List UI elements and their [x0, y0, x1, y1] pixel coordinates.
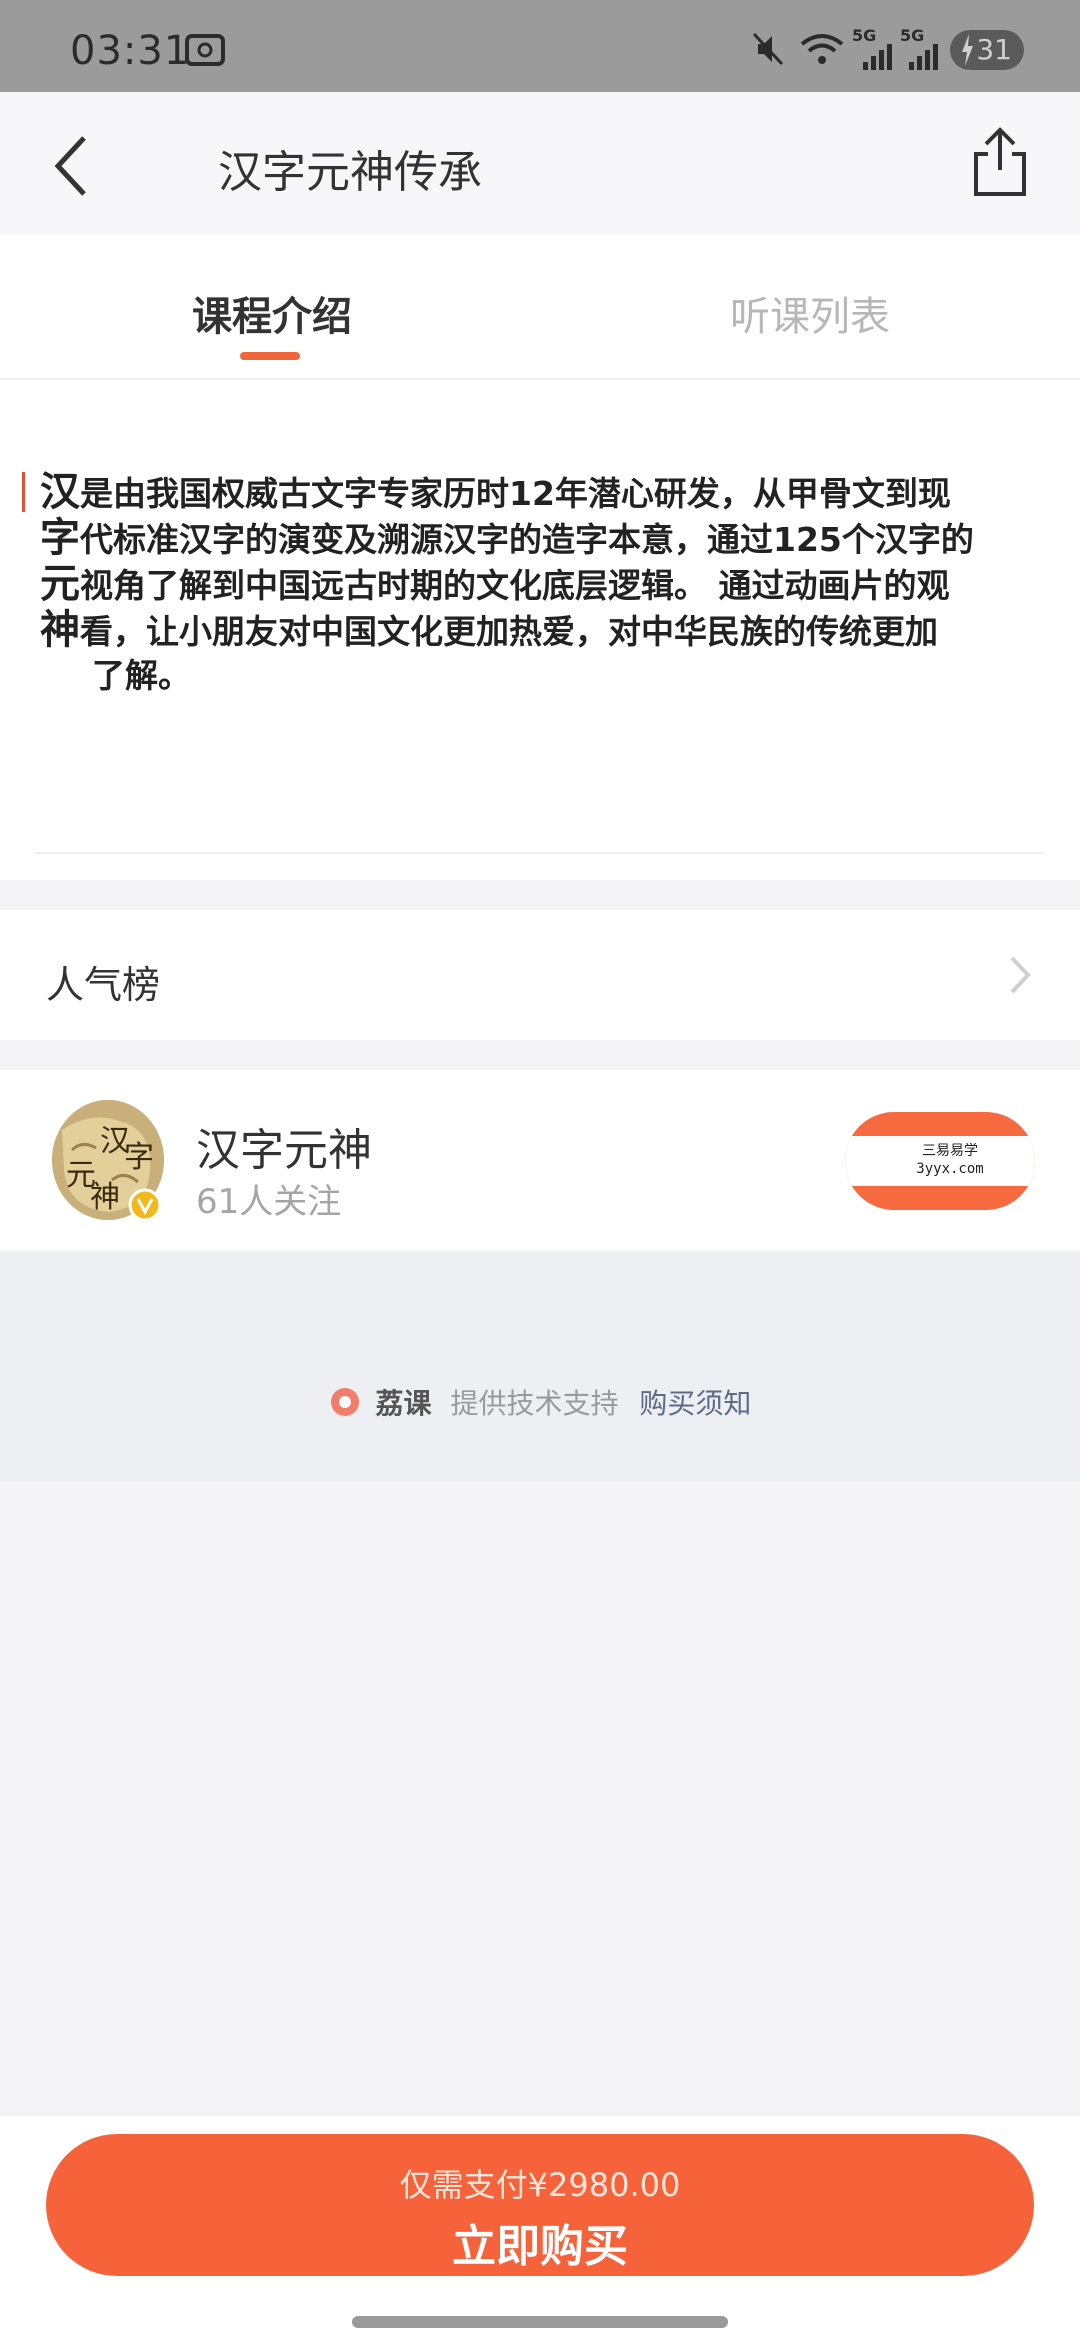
tab-course-intro[interactable]: 课程介绍 [192, 284, 352, 342]
status-bar: 03:31 5G 5G 31 [0, 0, 1080, 92]
description-line: 元视角了解到中国远古时期的文化底层逻辑。 通过动画片的观 [40, 561, 950, 607]
chevron-right-icon [1008, 954, 1032, 1000]
status-time: 03:31 [70, 28, 191, 74]
purchase-bar: 仅需支付¥2980.00 立即购买 [0, 2116, 1080, 2340]
purchase-notice-link[interactable]: 购买须知 [639, 1387, 751, 1420]
signal-5g-label-a: 5G [852, 26, 877, 45]
text-cursor [22, 472, 25, 512]
tab-lesson-list[interactable]: 听课列表 [730, 284, 890, 342]
watermark: 三易易学 3yyx.com [845, 1136, 1035, 1186]
support-line: 荔课 提供技术支持 购买须知 [0, 1382, 1080, 1425]
buy-now-button[interactable]: 仅需支付¥2980.00 立即购买 [46, 2134, 1034, 2276]
charging-icon [960, 30, 974, 81]
description-line: 字代标准汉字的演变及溯源汉字的造字本意，通过125个汉字的 [40, 515, 974, 561]
brand-name: 荔课 [375, 1387, 432, 1420]
signal-bars-icon-a [862, 44, 892, 74]
mute-icon [750, 30, 786, 72]
battery-indicator: 31 [950, 30, 1024, 70]
signal-bars-icon-b [908, 44, 938, 74]
description-big-char: 汉 [40, 469, 80, 515]
home-indicator[interactable] [352, 2316, 728, 2328]
page-title: 汉字元神传承 [218, 147, 482, 198]
back-icon[interactable] [50, 134, 90, 202]
support-section: 荔课 提供技术支持 购买须知 [0, 1252, 1080, 1482]
support-text: 提供技术支持 [450, 1387, 619, 1420]
description-big-char: 神 [40, 607, 80, 653]
author-name: 汉字元神 [196, 1125, 372, 1176]
screenshot-icon [184, 30, 226, 72]
follower-count: 61人关注 [196, 1182, 342, 1222]
verified-badge-icon [128, 1188, 162, 1226]
follow-button[interactable]: 三易易学 3yyx.com [845, 1112, 1035, 1210]
tab-active-indicator [240, 352, 300, 360]
popularity-label: 人气榜 [46, 963, 161, 1007]
tab-bar: 课程介绍 听课列表 [0, 234, 1080, 380]
description-line: 了解。 [92, 656, 191, 695]
buy-now-label: 立即购买 [452, 2221, 628, 2272]
description-big-char: 元 [40, 561, 80, 607]
description-line: 汉是由我国权威古文字专家历时12年潜心研发，从甲骨文到现 [40, 469, 951, 515]
brand-logo-icon [329, 1386, 361, 1425]
share-icon[interactable] [970, 126, 1030, 202]
divider [34, 852, 1044, 854]
nav-bar: 汉字元神传承 [0, 92, 1080, 234]
course-description: 汉是由我国权威古文字专家历时12年潜心研发，从甲骨文到现 字代标准汉字的演变及溯… [0, 380, 1080, 880]
popularity-row[interactable]: 人气榜 [0, 910, 1080, 1040]
description-line: 神看，让小朋友对中国文化更加热爱，对中华民族的传统更加 [40, 607, 938, 653]
author-card: 汉 字 元 神 汉字元神 61人关注 三易易学 3yyx.com [0, 1070, 1080, 1250]
description-big-char: 字 [40, 515, 80, 561]
signal-5g-label-b: 5G [900, 26, 925, 45]
battery-level: 31 [976, 33, 1012, 66]
price-text: 仅需支付¥2980.00 [399, 2166, 681, 2204]
wifi-icon [798, 30, 846, 72]
description-text: 汉是由我国权威古文字专家历时12年潜心研发，从甲骨文到现 字代标准汉字的演变及溯… [40, 470, 1040, 698]
